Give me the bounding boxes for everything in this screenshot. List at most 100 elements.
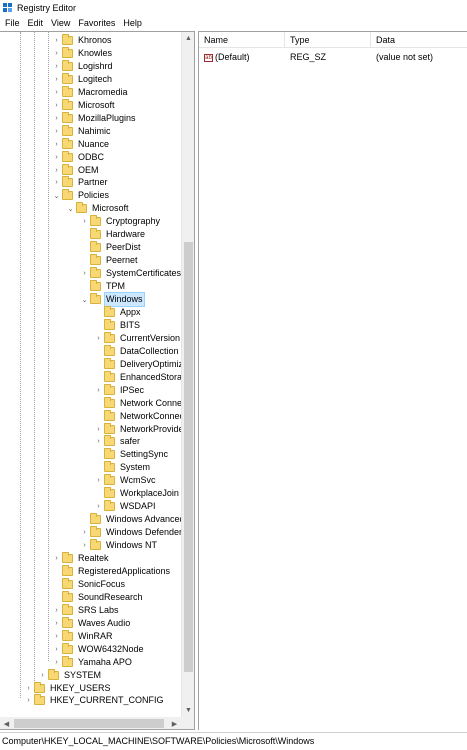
tree-item-hkey-users[interactable]: › HKEY_USERS: [25, 681, 112, 695]
value-row[interactable]: ab (Default) REG_SZ (value not set): [199, 51, 467, 64]
tree-item-microsoft[interactable]: ⌄ Microsoft: [67, 202, 130, 215]
tree-item-winrar[interactable]: › WinRAR: [53, 629, 114, 643]
tree-item-networkprovider[interactable]: › NetworkProvider: [95, 422, 188, 436]
expand-chevron-icon[interactable]: ›: [53, 617, 60, 630]
expand-chevron-icon[interactable]: ›: [25, 682, 32, 695]
tree-horizontal-scrollbar[interactable]: ◀ ▶: [0, 717, 181, 729]
tree-item-nuance[interactable]: › Nuance: [53, 137, 110, 151]
tree-item-network-connect[interactable]: Network Connect: [95, 396, 190, 410]
tree-item-khronos[interactable]: › Khronos: [53, 34, 113, 47]
tree-item-peernet[interactable]: Peernet: [81, 254, 139, 267]
tree-item-datacollection[interactable]: DataCollection: [95, 344, 180, 358]
tree-item-macromedia[interactable]: › Macromedia: [53, 85, 129, 99]
tree-item-logitech[interactable]: › Logitech: [53, 72, 113, 86]
tree-item-sonicfocus[interactable]: SonicFocus: [53, 577, 126, 591]
tree-item-microsoft[interactable]: › Microsoft: [53, 98, 116, 112]
expand-chevron-icon[interactable]: ›: [53, 552, 60, 565]
tree-item-wsdapi[interactable]: › WSDAPI: [95, 500, 157, 513]
expand-chevron-icon[interactable]: ›: [53, 99, 60, 112]
tree-item-ipsec[interactable]: › IPSec: [95, 383, 145, 397]
collapse-chevron-icon[interactable]: ⌄: [67, 202, 74, 215]
tree-item-networkconnectiv[interactable]: NetworkConnectiv: [95, 409, 194, 423]
expand-chevron-icon[interactable]: ›: [95, 423, 102, 436]
tree-item-odbc[interactable]: › ODBC: [53, 150, 105, 164]
expand-chevron-icon[interactable]: ›: [53, 138, 60, 151]
expand-chevron-icon[interactable]: ›: [53, 60, 60, 73]
tree-item-yamaha-apo[interactable]: › Yamaha APO: [53, 655, 133, 669]
expand-chevron-icon[interactable]: ›: [53, 112, 60, 125]
tree-item-system[interactable]: › SYSTEM: [39, 668, 102, 682]
expand-chevron-icon[interactable]: ›: [53, 630, 60, 643]
tree-item-wcmsvc[interactable]: › WcmSvc: [95, 474, 157, 487]
menu-view[interactable]: View: [47, 16, 74, 30]
menu-edit[interactable]: Edit: [24, 16, 48, 30]
tree-item-waves-audio[interactable]: › Waves Audio: [53, 616, 131, 630]
tree-item-deliveryoptimizat[interactable]: DeliveryOptimizat: [95, 357, 192, 371]
tree-item-realtek[interactable]: › Realtek: [53, 552, 110, 565]
expand-chevron-icon[interactable]: ›: [53, 47, 60, 60]
values-list[interactable]: Name Type Data ab (Default) REG_SZ (value…: [198, 31, 467, 730]
tree-item-systemcertificates[interactable]: › SystemCertificates: [81, 267, 182, 280]
expand-chevron-icon[interactable]: ›: [53, 604, 60, 617]
expand-chevron-icon[interactable]: ›: [81, 526, 88, 539]
expand-chevron-icon[interactable]: ›: [53, 73, 60, 86]
expand-chevron-icon[interactable]: ›: [95, 384, 102, 397]
scroll-right-icon[interactable]: ▶: [168, 717, 181, 729]
tree-item-registeredapplications[interactable]: RegisteredApplications: [53, 564, 171, 578]
expand-chevron-icon[interactable]: ›: [81, 539, 88, 552]
scroll-down-icon[interactable]: ▼: [182, 704, 194, 717]
tree-item-bits[interactable]: BITS: [95, 318, 141, 332]
tree-item-windows-defender[interactable]: › Windows Defender: [81, 526, 183, 539]
collapse-chevron-icon[interactable]: ⌄: [81, 293, 88, 306]
tree-item-windows-advanced-t[interactable]: Windows Advanced T: [81, 513, 193, 526]
expand-chevron-icon[interactable]: ›: [81, 267, 88, 280]
column-name[interactable]: Name: [199, 32, 285, 48]
collapse-chevron-icon[interactable]: ⌄: [53, 189, 60, 202]
tree-item-policies[interactable]: ⌄ Policies: [53, 189, 110, 202]
tree-item-soundresearch[interactable]: SoundResearch: [53, 590, 144, 604]
tree-item-settingsync[interactable]: SettingSync: [95, 448, 169, 461]
tree-item-oem[interactable]: › OEM: [53, 163, 100, 177]
tree-item-safer[interactable]: › safer: [95, 435, 141, 448]
tree-item-partner[interactable]: › Partner: [53, 176, 109, 189]
tree-item-wow6432node[interactable]: › WOW6432Node: [53, 642, 145, 656]
expand-chevron-icon[interactable]: ›: [53, 643, 60, 656]
tree-item-cryptography[interactable]: › Cryptography: [81, 215, 161, 228]
tree-item-logishrd[interactable]: › Logishrd: [53, 59, 114, 73]
tree-item-workplacejoin[interactable]: WorkplaceJoin: [95, 487, 180, 500]
tree-item-appx[interactable]: Appx: [95, 305, 142, 319]
expand-chevron-icon[interactable]: ›: [53, 125, 60, 138]
tree-item-tpm[interactable]: TPM: [81, 280, 126, 293]
tree-item-enhancedstoragei[interactable]: EnhancedStorageI: [95, 370, 194, 384]
expand-chevron-icon[interactable]: ›: [95, 332, 102, 345]
menu-help[interactable]: Help: [119, 16, 146, 30]
tree-item-knowles[interactable]: › Knowles: [53, 46, 113, 60]
tree-item-peerdist[interactable]: PeerDist: [81, 241, 142, 254]
tree-item-hardware[interactable]: Hardware: [81, 228, 146, 241]
expand-chevron-icon[interactable]: ›: [39, 669, 46, 682]
expand-chevron-icon[interactable]: ›: [53, 176, 60, 189]
tree-item-mozillaplugins[interactable]: › MozillaPlugins: [53, 111, 137, 125]
tree-item-windows-nt[interactable]: › Windows NT: [81, 539, 158, 552]
expand-chevron-icon[interactable]: ›: [95, 474, 102, 487]
tree-vertical-scrollbar[interactable]: ▲ ▼: [181, 32, 194, 717]
scroll-left-icon[interactable]: ◀: [0, 717, 13, 729]
scroll-up-icon[interactable]: ▲: [182, 32, 194, 45]
expand-chevron-icon[interactable]: ›: [95, 500, 102, 513]
expand-chevron-icon[interactable]: ›: [95, 435, 102, 448]
expand-chevron-icon[interactable]: ›: [53, 34, 60, 47]
menu-favorites[interactable]: Favorites: [74, 16, 119, 30]
tree-horizontal-scroll-thumb[interactable]: [14, 719, 164, 728]
tree-item-windows[interactable]: ⌄ Windows: [81, 292, 145, 307]
expand-chevron-icon[interactable]: ›: [53, 86, 60, 99]
tree-item-hkey-current-config[interactable]: › HKEY_CURRENT_CONFIG: [25, 694, 165, 707]
tree-item-system[interactable]: System: [95, 461, 151, 474]
tree-item-currentversion[interactable]: › CurrentVersion: [95, 331, 181, 345]
expand-chevron-icon[interactable]: ›: [81, 215, 88, 228]
tree-item-nahimic[interactable]: › Nahimic: [53, 124, 112, 138]
tree-vertical-scroll-thumb[interactable]: [184, 242, 193, 672]
menu-file[interactable]: File: [0, 16, 24, 30]
tree-item-srs-labs[interactable]: › SRS Labs: [53, 603, 120, 617]
registry-tree[interactable]: › Khronos › Knowles › Logishrd › Logitech › Macro…: [0, 31, 195, 730]
expand-chevron-icon[interactable]: ›: [25, 694, 32, 707]
